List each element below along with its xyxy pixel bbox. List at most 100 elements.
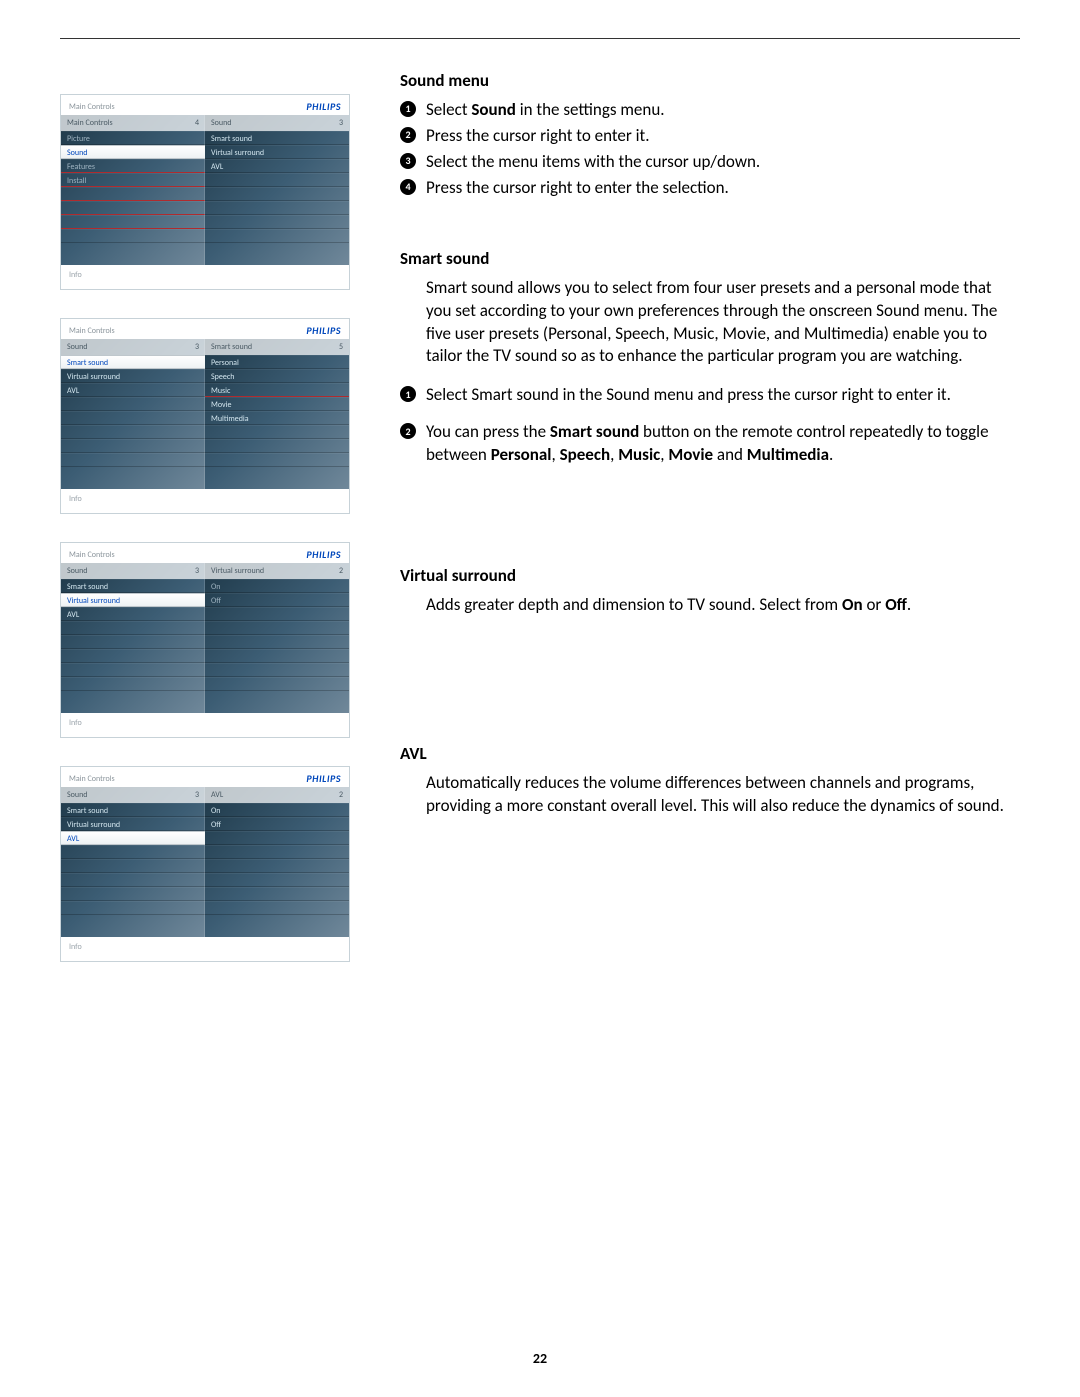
- menu-item-sound[interactable]: Sound: [61, 145, 205, 159]
- empty-row: .: [61, 621, 205, 635]
- empty-row: .: [205, 635, 349, 649]
- tv-header-label: Main Controls: [69, 102, 115, 112]
- step-item: 4 Press the cursor right to enter the se…: [400, 177, 1020, 200]
- empty-row: .: [61, 873, 205, 887]
- submenu-item[interactable]: Smart sound: [205, 131, 349, 145]
- empty-row: .: [61, 887, 205, 901]
- section-title-virtual-surround: Virtual surround: [400, 565, 1020, 588]
- menu-item-avl[interactable]: AVL: [61, 831, 205, 845]
- avl-description: Automatically reduces the volume differe…: [400, 772, 1020, 818]
- page-top-rule: [60, 38, 1020, 39]
- tv-header-label: Main Controls: [69, 774, 115, 784]
- empty-row: .: [205, 187, 349, 201]
- menu-item[interactable]: Smart sound: [61, 579, 205, 593]
- empty-row: .: [205, 425, 349, 439]
- pane-right-title: Sound: [211, 117, 232, 129]
- empty-row: .: [61, 411, 205, 425]
- step-text: You can press the Smart sound button on …: [426, 421, 1020, 467]
- empty-row: .: [61, 397, 205, 411]
- step-number-icon: 2: [400, 423, 416, 439]
- option-off[interactable]: Off: [205, 593, 349, 607]
- menu-item[interactable]: AVL: [61, 383, 205, 397]
- tv-screenshot-virtual-surround: Main Controls PHILIPS Sound 3 Smart soun…: [60, 542, 350, 738]
- philips-logo: PHILIPS: [306, 772, 341, 785]
- empty-row: .: [61, 663, 205, 677]
- empty-row: .: [61, 187, 205, 201]
- philips-logo: PHILIPS: [306, 100, 341, 113]
- empty-row: .: [61, 425, 205, 439]
- tv-info-footer: Info: [61, 489, 349, 513]
- empty-row: .: [205, 173, 349, 187]
- empty-row: .: [61, 901, 205, 915]
- step-number-icon: 1: [400, 386, 416, 402]
- instructions-column: Sound menu 1 Select Sound in the setting…: [400, 70, 1020, 962]
- option-off[interactable]: Off: [205, 817, 349, 831]
- step-text: Press the cursor right to enter it.: [426, 125, 650, 148]
- empty-row: .: [61, 201, 205, 215]
- step-item: 1 Select Smart sound in the Sound menu a…: [400, 384, 1020, 407]
- pane-right-count: 2: [339, 565, 343, 577]
- empty-row: .: [205, 649, 349, 663]
- pane-right-count: 5: [339, 341, 343, 353]
- submenu-item[interactable]: Virtual surround: [205, 145, 349, 159]
- step-item: 1 Select Sound in the settings menu.: [400, 99, 1020, 122]
- sound-menu-steps: 1 Select Sound in the settings menu. 2 P…: [400, 99, 1020, 200]
- preset-item[interactable]: Music: [205, 383, 349, 397]
- menu-item[interactable]: Virtual surround: [61, 817, 205, 831]
- preset-item[interactable]: Personal: [205, 355, 349, 369]
- pane-left-title: Sound: [67, 565, 88, 577]
- tv-screenshot-smart-sound: Main Controls PHILIPS Sound 3 Smart soun…: [60, 318, 350, 514]
- empty-row: .: [61, 677, 205, 691]
- menu-item[interactable]: Install: [61, 173, 205, 187]
- menu-item-smart-sound[interactable]: Smart sound: [61, 355, 205, 369]
- menu-item[interactable]: Smart sound: [61, 803, 205, 817]
- pane-right-title: Smart sound: [211, 341, 252, 353]
- menu-item[interactable]: AVL: [61, 607, 205, 621]
- screenshots-column: Main Controls PHILIPS Main Controls 4 Pi…: [60, 70, 360, 962]
- step-item: 2 Press the cursor right to enter it.: [400, 125, 1020, 148]
- tv-header-label: Main Controls: [69, 550, 115, 560]
- empty-row: .: [61, 635, 205, 649]
- pane-left-title: Main Controls: [67, 117, 113, 129]
- preset-item[interactable]: Speech: [205, 369, 349, 383]
- step-text: Select the menu items with the cursor up…: [426, 151, 760, 174]
- philips-logo: PHILIPS: [306, 324, 341, 337]
- tv-screenshot-sound: Main Controls PHILIPS Main Controls 4 Pi…: [60, 94, 350, 290]
- step-number-icon: 2: [400, 127, 416, 143]
- empty-row: .: [205, 439, 349, 453]
- submenu-item[interactable]: AVL: [205, 159, 349, 173]
- tv-info-footer: Info: [61, 713, 349, 737]
- option-on[interactable]: On: [205, 579, 349, 593]
- option-on[interactable]: On: [205, 803, 349, 817]
- pane-left-count: 4: [195, 117, 199, 129]
- tv-header-label: Main Controls: [69, 326, 115, 336]
- empty-row: .: [205, 215, 349, 229]
- empty-row: .: [61, 859, 205, 873]
- step-text: Select Sound in the settings menu.: [426, 99, 665, 122]
- step-number-icon: 1: [400, 101, 416, 117]
- step-number-icon: 4: [400, 179, 416, 195]
- menu-item-virtual-surround[interactable]: Virtual surround: [61, 593, 205, 607]
- preset-item[interactable]: Multimedia: [205, 411, 349, 425]
- smart-sound-description: Smart sound allows you to select from fo…: [400, 277, 1020, 369]
- pane-left-count: 3: [195, 789, 199, 801]
- menu-item[interactable]: Picture: [61, 131, 205, 145]
- empty-row: .: [205, 677, 349, 691]
- empty-row: .: [205, 845, 349, 859]
- empty-row: .: [205, 859, 349, 873]
- empty-row: .: [61, 453, 205, 467]
- pane-left-count: 3: [195, 341, 199, 353]
- step-item: 3 Select the menu items with the cursor …: [400, 151, 1020, 174]
- section-title-avl: AVL: [400, 743, 1020, 766]
- menu-item[interactable]: Virtual surround: [61, 369, 205, 383]
- tv-info-footer: Info: [61, 265, 349, 289]
- empty-row: .: [205, 621, 349, 635]
- empty-row: .: [205, 453, 349, 467]
- empty-row: .: [205, 887, 349, 901]
- step-number-icon: 3: [400, 153, 416, 169]
- menu-item[interactable]: Features: [61, 159, 205, 173]
- pane-right-count: 2: [339, 789, 343, 801]
- preset-item[interactable]: Movie: [205, 397, 349, 411]
- empty-row: .: [61, 229, 205, 243]
- pane-left-count: 3: [195, 565, 199, 577]
